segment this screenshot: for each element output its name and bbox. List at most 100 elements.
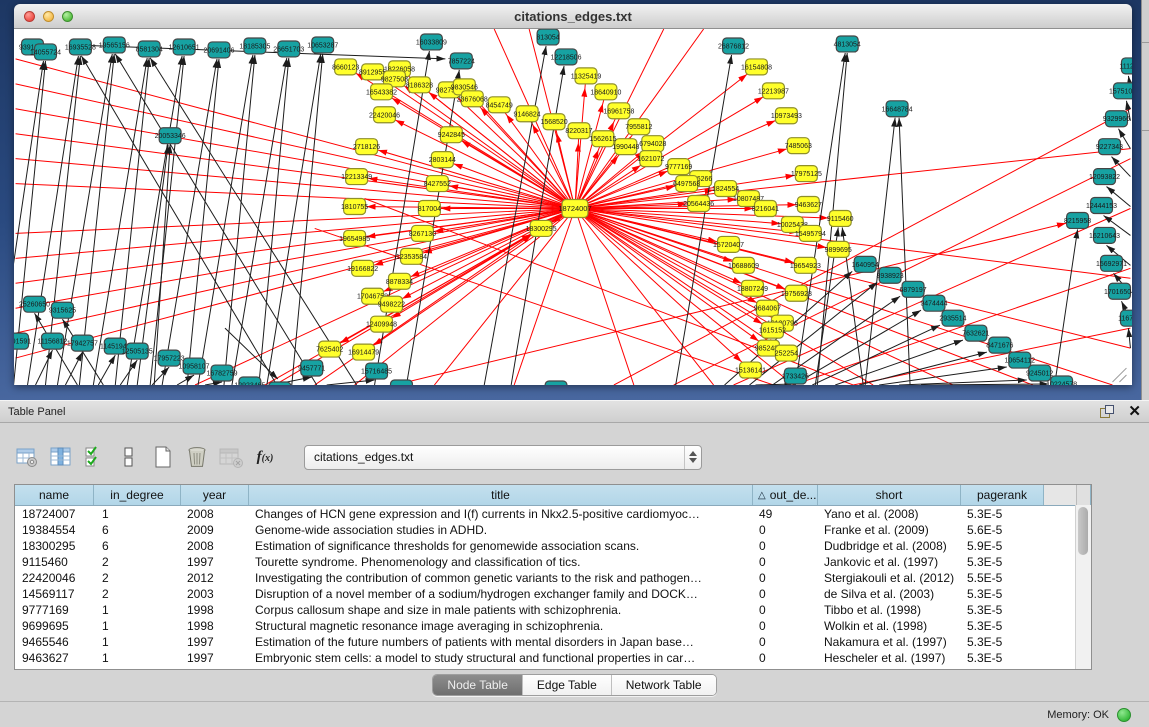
table-row[interactable]: 1872400712008Changes of HCN gene express… xyxy=(15,506,1091,522)
column-header-title[interactable]: title xyxy=(249,485,753,505)
cell-short: Stergiakouli et al. (2012) xyxy=(818,570,961,586)
cell-title: Estimation of significance thresholds fo… xyxy=(249,538,753,554)
graph-node-label: 15136141 xyxy=(735,368,766,375)
citation-edge-red xyxy=(442,160,575,209)
column-header-year[interactable]: year xyxy=(181,485,249,505)
graph-node-label: 23676068 xyxy=(457,96,488,103)
tab-network-table[interactable]: Network Table xyxy=(612,675,716,695)
show-columns-icon[interactable] xyxy=(48,444,74,470)
cell-year: 1997 xyxy=(181,650,249,666)
table-row[interactable]: 1456911722003Disruption of a novel membe… xyxy=(15,586,1091,602)
graph-node-label: 10688609 xyxy=(728,263,759,270)
float-panel-icon[interactable] xyxy=(1100,405,1114,418)
function-builder-icon[interactable]: f(x) xyxy=(252,444,278,470)
column-header-name[interactable]: name xyxy=(15,485,94,505)
header-scroll-corner xyxy=(1076,485,1091,505)
graph-node-label: 9146824 xyxy=(514,111,541,118)
graph-node-label: 16914479 xyxy=(348,350,379,357)
minimize-window-icon[interactable] xyxy=(43,11,54,22)
graph-node-label: 19565156 xyxy=(99,42,130,49)
graph-node-label: 8454749 xyxy=(486,102,513,109)
table-row[interactable]: 969969511998Structural magnetic resonanc… xyxy=(15,618,1091,634)
row-height-icon[interactable] xyxy=(116,444,142,470)
resize-grip-icon[interactable] xyxy=(1112,368,1126,382)
graph-node[interactable] xyxy=(545,381,567,385)
graph-node-label: 9457771 xyxy=(298,366,325,373)
citation-edge-black xyxy=(327,380,375,385)
cell-year: 1998 xyxy=(181,602,249,618)
cell-out_de: 0 xyxy=(753,586,818,602)
network-window-titlebar[interactable]: citations_edges.txt xyxy=(14,4,1132,29)
graph-node-label: 8216041 xyxy=(752,206,779,213)
cell-short: Yano et al. (2008) xyxy=(818,506,961,522)
graph-node-label: 19756928 xyxy=(781,291,812,298)
graph-node-label: 1562615 xyxy=(589,136,616,143)
table-toolbar: f(x) citations_edges.txt xyxy=(14,437,1149,477)
graph-node-label: 7955812 xyxy=(625,124,652,131)
graph-node-label: 1810755 xyxy=(341,204,368,211)
table-row[interactable]: 977716911998Corpus callosum shape and si… xyxy=(15,602,1091,618)
close-window-icon[interactable] xyxy=(24,11,35,22)
graph-node-label: 12218506 xyxy=(551,54,582,61)
citation-edge-black xyxy=(187,59,219,385)
cell-pagerank: 5.6E-5 xyxy=(961,522,1044,538)
graph-node[interactable] xyxy=(269,382,291,385)
network-canvas[interactable]: 9391583140557241693552819565156858130412… xyxy=(14,29,1132,385)
vertical-scrollbar[interactable] xyxy=(1075,505,1091,669)
network-view-window: citations_edges.txt 93915831405572416935… xyxy=(14,4,1132,385)
graph-node[interactable] xyxy=(391,380,413,385)
graph-node-label: 12093822 xyxy=(1089,174,1120,181)
graph-node-label: 7632621 xyxy=(962,331,989,338)
graph-node-label: 1824554 xyxy=(712,186,739,193)
graph-node-label: 18724007 xyxy=(558,204,591,213)
cell-pagerank: 5.9E-5 xyxy=(961,538,1044,554)
cell-name: 22420046 xyxy=(15,570,94,586)
cell-name: 19384554 xyxy=(15,522,94,538)
resize-grip-icon[interactable] xyxy=(1119,375,1126,382)
tab-node-table[interactable]: Node Table xyxy=(433,675,523,695)
graph-node-label: 9315625 xyxy=(49,308,76,315)
column-header-pagerank[interactable]: pagerank xyxy=(961,485,1044,505)
citation-edge-red xyxy=(16,208,575,358)
scrollbar-thumb[interactable] xyxy=(1078,507,1088,555)
table-row[interactable]: 946554611997Estimation of the future num… xyxy=(15,634,1091,650)
zoom-window-icon[interactable] xyxy=(62,11,73,22)
graph-node-label: 17957223 xyxy=(154,356,185,363)
table-settings-icon[interactable] xyxy=(14,444,40,470)
table-row[interactable]: 911546021997Tourette syndrome. Phenomeno… xyxy=(15,554,1091,570)
graph-node-label: 12213987 xyxy=(758,88,789,95)
citation-edge-black xyxy=(36,350,53,385)
cell-in_degree: 6 xyxy=(94,538,181,554)
table-row[interactable]: 1830029562008Estimation of significance … xyxy=(15,538,1091,554)
graph-node-label: 10973493 xyxy=(771,113,802,120)
table-row[interactable]: 946362711997Embryonic stem cells: a mode… xyxy=(15,650,1091,666)
cell-title: Structural magnetic resonance image aver… xyxy=(249,618,753,634)
graph-node-label: 19166822 xyxy=(347,266,378,273)
column-header-out_de[interactable]: △out_de... xyxy=(753,485,818,505)
graph-node-label: 10958107 xyxy=(179,364,210,371)
graph-node-label: 9777169 xyxy=(665,164,692,171)
cell-year: 2012 xyxy=(181,570,249,586)
graph-node-label: 9329966 xyxy=(1103,116,1130,123)
citation-edge-black xyxy=(120,360,137,385)
graph-node-label: 15751074 xyxy=(1109,88,1132,95)
cell-name: 18724007 xyxy=(15,506,94,522)
graph-node-label: 8427552 xyxy=(424,181,451,188)
graph-node-label: 1640954 xyxy=(852,262,879,269)
graph-node-label: 26651703 xyxy=(273,46,304,53)
delete-trash-icon[interactable] xyxy=(184,444,210,470)
cell-out_de: 0 xyxy=(753,538,818,554)
cell-out_de: 0 xyxy=(753,650,818,666)
column-header-in_degree[interactable]: in_degree xyxy=(94,485,181,505)
new-table-icon[interactable] xyxy=(150,444,176,470)
table-row[interactable]: 1938455462009Genome-wide association stu… xyxy=(15,522,1091,538)
graph-node-label: 16210643 xyxy=(1089,233,1120,240)
tab-edge-table[interactable]: Edge Table xyxy=(523,675,612,695)
close-panel-icon[interactable]: ✕ xyxy=(1128,405,1141,419)
column-header-short[interactable]: short xyxy=(818,485,961,505)
table-source-select[interactable]: citations_edges.txt xyxy=(304,445,702,470)
cell-out_de: 0 xyxy=(753,522,818,538)
graph-node-label: 8220317 xyxy=(565,128,592,135)
select-columns-icon[interactable] xyxy=(82,444,108,470)
table-row[interactable]: 2242004622012Investigating the contribut… xyxy=(15,570,1091,586)
